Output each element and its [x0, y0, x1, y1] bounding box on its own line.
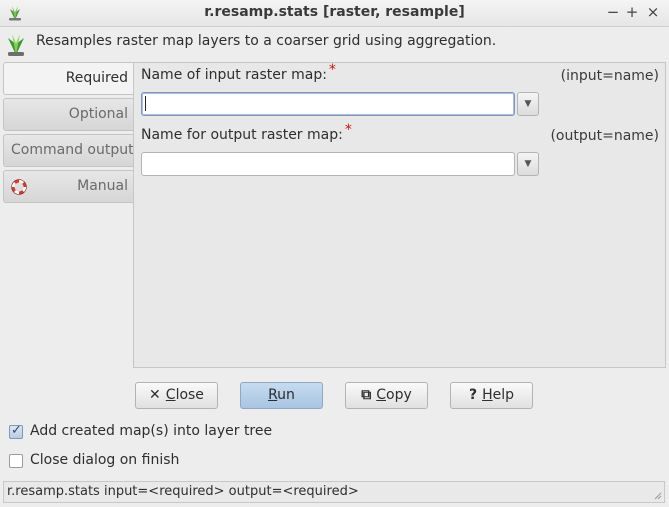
- close-button-mnemonic: C: [165, 387, 176, 403]
- output-map-field[interactable]: [141, 152, 515, 176]
- copy-button-mnemonic: C: [376, 387, 387, 403]
- required-marker: *: [328, 62, 336, 78]
- input-map-label: Name of input raster map: *: [141, 62, 336, 83]
- minimize-button[interactable]: −: [603, 2, 623, 22]
- input-map-dropdown-button[interactable]: ▼: [517, 92, 539, 116]
- chevron-down-icon: ▼: [524, 159, 532, 169]
- tab-label: Command output: [11, 142, 134, 158]
- status-bar: r.resamp.stats input=<required> output=<…: [3, 481, 665, 503]
- required-marker: *: [344, 122, 352, 138]
- checkmark-icon: ✓: [11, 423, 22, 438]
- close-button-label: lose: [175, 387, 204, 403]
- output-map-combobox: ▼: [141, 152, 539, 176]
- maximize-button[interactable]: +: [622, 2, 642, 22]
- tab-label: Manual: [77, 178, 128, 194]
- module-description: Resamples raster map layers to a coarser…: [36, 33, 497, 49]
- text-cursor: [145, 96, 146, 111]
- input-map-field[interactable]: [141, 92, 515, 116]
- tab-label: Required: [65, 70, 128, 86]
- help-icon: ?: [468, 387, 478, 403]
- tab-label: Optional: [68, 106, 128, 122]
- input-param-key: (input=name): [560, 68, 659, 84]
- close-on-finish-label[interactable]: Close dialog on finish: [30, 452, 179, 468]
- output-param-key: (output=name): [550, 128, 659, 144]
- close-button[interactable]: ✕ Close: [135, 382, 218, 409]
- input-map-label-text: Name of input raster map:: [141, 67, 327, 83]
- tab-required[interactable]: Required: [3, 62, 134, 95]
- help-button[interactable]: ? Help: [450, 382, 533, 409]
- chevron-down-icon: ▼: [524, 99, 532, 109]
- input-map-combobox: ▼: [141, 92, 539, 116]
- tab-optional[interactable]: Optional: [3, 98, 134, 131]
- grass-logo-icon: [8, 34, 24, 56]
- tab-bar: Required Optional Command output Manual: [3, 62, 134, 206]
- help-button-label: elp: [492, 387, 515, 403]
- window-title: r.resamp.stats [raster, resample]: [204, 4, 465, 20]
- add-to-layer-tree-checkbox[interactable]: ✓: [9, 423, 23, 439]
- output-map-label: Name for output raster map: *: [141, 122, 352, 143]
- required-panel: Name of input raster map: * (input=name) …: [133, 62, 666, 368]
- close-on-finish-checkbox[interactable]: [9, 454, 23, 468]
- resize-grip-icon[interactable]: [654, 492, 662, 500]
- tab-command-output[interactable]: Command output: [3, 134, 134, 167]
- help-button-mnemonic: H: [482, 387, 493, 403]
- add-to-layer-tree-label[interactable]: Add created map(s) into layer tree: [30, 423, 272, 439]
- tab-manual[interactable]: Manual: [3, 170, 134, 203]
- output-map-dropdown-button[interactable]: ▼: [517, 152, 539, 176]
- copy-button-label: opy: [386, 387, 412, 403]
- run-button-mnemonic: R: [268, 387, 278, 403]
- copy-button[interactable]: ⧉ Copy: [345, 382, 428, 409]
- title-bar: r.resamp.stats [raster, resample] − + ×: [0, 0, 669, 27]
- close-icon: ✕: [149, 387, 161, 403]
- close-window-button[interactable]: ×: [643, 2, 663, 22]
- command-preview: r.resamp.stats input=<required> output=<…: [7, 484, 359, 499]
- run-button[interactable]: Run: [240, 382, 323, 409]
- output-map-label-text: Name for output raster map:: [141, 127, 343, 143]
- run-button-label: un: [277, 387, 295, 403]
- lifebuoy-icon: [11, 179, 27, 195]
- copy-icon: ⧉: [361, 387, 372, 403]
- module-header: Resamples raster map layers to a coarser…: [0, 28, 669, 58]
